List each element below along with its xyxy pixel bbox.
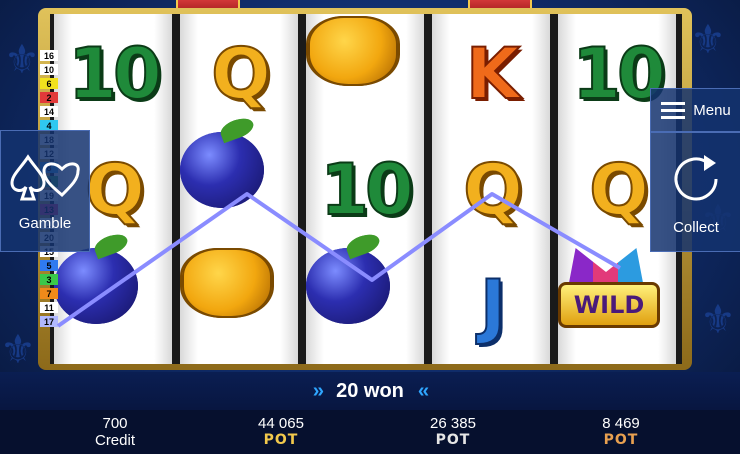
pot-display-2: 26 385 POT xyxy=(398,410,508,454)
pot-display-3: 8 469 POT xyxy=(566,410,676,454)
menu-label: Menu xyxy=(693,101,731,119)
credit-value: 700 xyxy=(102,415,128,432)
pot-label: POT xyxy=(263,432,299,448)
pot-value: 26 385 xyxy=(430,415,476,432)
win-bar: ›› 20 won ‹‹ xyxy=(0,372,740,410)
menu-button[interactable]: Menu xyxy=(650,88,740,132)
credit-label: Credit xyxy=(94,432,135,449)
pot-display-1: 44 065 POT xyxy=(226,410,336,454)
pot-value: 8 469 xyxy=(602,415,640,432)
winline-path xyxy=(56,192,622,328)
chevron-left-icon: ‹‹ xyxy=(417,379,429,402)
spade-heart-icon xyxy=(10,153,80,200)
status-bar: 700 Credit 44 065 POT 26 385 POT 8 469 P… xyxy=(0,410,740,454)
pot-label: POT xyxy=(603,432,639,448)
credit-display: 700 Credit xyxy=(60,410,170,454)
win-amount: 20 won xyxy=(336,379,404,402)
refresh-icon xyxy=(674,154,718,200)
chevron-right-icon: ›› xyxy=(312,379,324,402)
pot-label: POT xyxy=(435,432,471,448)
gamble-button[interactable]: Gamble xyxy=(0,130,90,252)
gamble-label: Gamble xyxy=(18,214,72,232)
collect-button[interactable]: Collect xyxy=(650,132,740,252)
collect-label: Collect xyxy=(673,218,719,236)
pot-value: 44 065 xyxy=(258,415,304,432)
hamburger-icon xyxy=(661,102,686,119)
